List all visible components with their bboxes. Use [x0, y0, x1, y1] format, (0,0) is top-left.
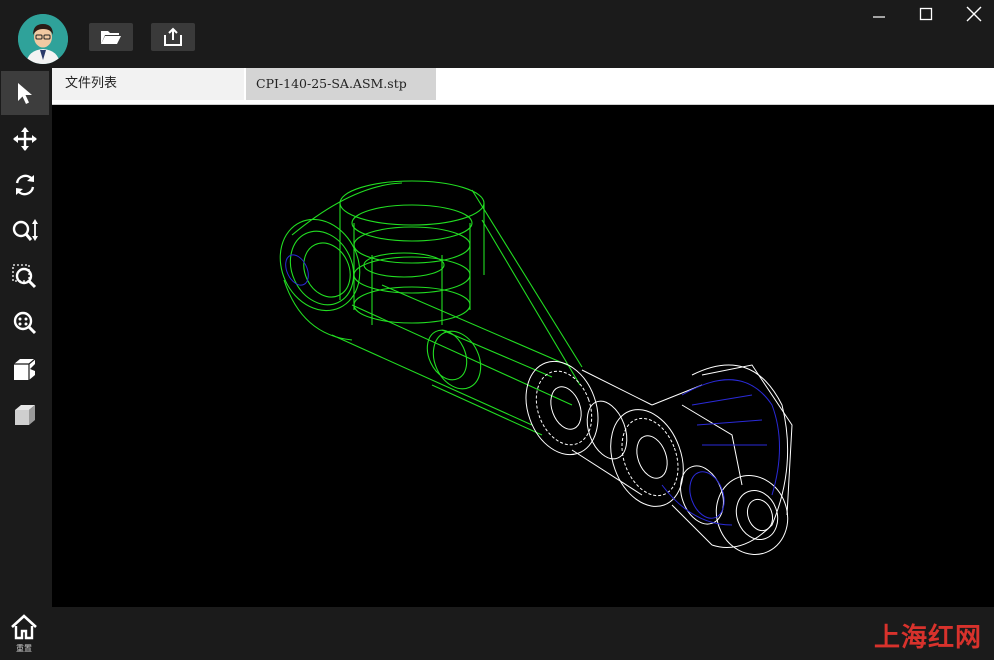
minimize-icon	[873, 16, 885, 18]
move-arrows-icon	[13, 127, 37, 151]
close-icon	[966, 6, 982, 22]
watermark-text: 上海红网	[873, 623, 982, 653]
cube-icon	[15, 405, 35, 425]
rotate-icon	[15, 174, 35, 196]
zoom-window-icon	[12, 264, 37, 289]
reset-home-button[interactable]: 重置	[6, 613, 42, 657]
tab-file-list[interactable]: 文件列表	[52, 68, 244, 100]
share-export-icon	[164, 27, 182, 46]
title-bar	[0, 0, 994, 68]
rotate-tool-button[interactable]	[1, 163, 49, 207]
tab-bar: 文件列表 CPI-140-25-SA.ASM.stp	[52, 68, 994, 105]
zoom-tool-button[interactable]	[1, 209, 49, 253]
view-cube-tool-button[interactable]	[1, 393, 49, 437]
zoom-window-tool-button[interactable]	[1, 255, 49, 299]
home-label: 重置	[16, 644, 32, 653]
wireframe-model	[279, 180, 793, 555]
minimize-button[interactable]	[862, 2, 896, 26]
zoom-fit-icon	[13, 311, 37, 335]
maximize-icon	[919, 7, 933, 21]
zoom-fit-tool-button[interactable]	[1, 301, 49, 345]
maximize-button[interactable]	[909, 2, 943, 26]
export-button[interactable]	[151, 23, 195, 51]
tab-open-file[interactable]: CPI-140-25-SA.ASM.stp	[246, 68, 436, 100]
pan-tool-button[interactable]	[1, 117, 49, 161]
cursor-arrow-icon	[18, 83, 32, 104]
model-viewport[interactable]	[52, 105, 994, 607]
open-file-button[interactable]	[89, 23, 133, 51]
avatar-icon	[18, 14, 68, 64]
bottom-bar: 重置 上海红网	[0, 607, 994, 660]
close-button[interactable]	[957, 2, 991, 26]
home-icon	[11, 614, 37, 640]
tool-sidebar	[0, 68, 52, 608]
select-tool-button[interactable]	[1, 71, 49, 115]
folder-open-icon	[101, 31, 121, 44]
zoom-updown-icon	[12, 219, 38, 241]
user-avatar[interactable]	[18, 14, 68, 64]
section-view-icon	[14, 358, 36, 380]
section-view-tool-button[interactable]	[1, 347, 49, 391]
